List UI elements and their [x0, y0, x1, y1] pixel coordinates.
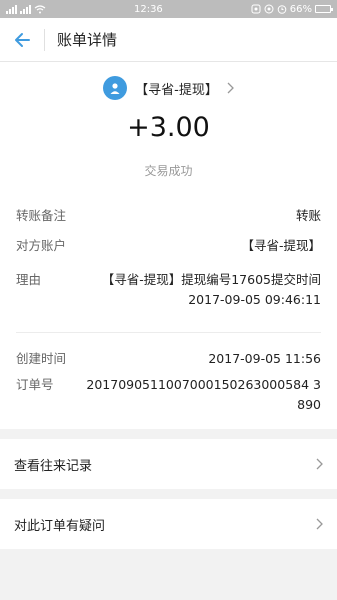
clock: 12:36: [133, 3, 163, 15]
order-row: 订单号 2017090511007000150263000584 3890: [16, 375, 321, 429]
history-label: 查看往来记录: [14, 458, 93, 474]
chevron-right-icon: [227, 82, 234, 94]
reason-line-1: 【寻省-提现】提现编号17605提交时间: [101, 272, 321, 287]
bill-card: 【寻省-提现】 +3.00 交易成功 转账备注 转账 对方账户 【寻省-提现】 …: [0, 62, 337, 429]
created-label: 创建时间: [16, 351, 67, 366]
nav-divider: [44, 28, 45, 51]
created-value: 2017-09-05 11:56: [208, 351, 321, 366]
note-label: 转账备注: [16, 208, 67, 223]
user-icon: [110, 83, 120, 94]
amount: +3.00: [127, 112, 210, 143]
chevron-right-icon: [316, 458, 323, 470]
divider: [16, 332, 321, 333]
created-row: 创建时间 2017-09-05 11:56: [16, 345, 321, 375]
counterpart-link[interactable]: 【寻省-提现】: [0, 76, 337, 100]
battery-percent: 66%: [289, 3, 312, 15]
signal-2-icon: [20, 4, 31, 14]
avatar: [103, 76, 128, 100]
battery-icon: [315, 5, 333, 13]
app-notification-icon: [251, 4, 261, 14]
back-arrow-icon: [15, 32, 30, 47]
transaction-status: 交易成功: [144, 164, 193, 178]
order-number: 2017090511007000150263000584 3890: [86, 377, 321, 412]
account-label: 对方账户: [16, 238, 67, 253]
bill-header: 【寻省-提现】 +3.00 交易成功: [0, 62, 337, 202]
reason-value: 【寻省-提现】提现编号17605提交时间 2017-09-05 09:46:11: [102, 270, 321, 326]
back-button[interactable]: [0, 18, 44, 62]
page-title: 账单详情: [57, 31, 118, 49]
note-row: 转账备注 转账: [16, 202, 321, 236]
counterpart-name: 【寻省-提现】: [135, 82, 218, 98]
details: 转账备注 转账 对方账户 【寻省-提现】 理由 【寻省-提现】提现编号17605…: [0, 202, 337, 429]
history-link[interactable]: 查看往来记录: [0, 439, 337, 489]
reason-row: 理由 【寻省-提现】提现编号17605提交时间 2017-09-05 09:46…: [16, 270, 321, 326]
account-value: 【寻省-提现】: [241, 238, 321, 253]
chevron-right-icon: [316, 518, 323, 530]
question-label: 对此订单有疑问: [14, 518, 106, 534]
location-icon: [264, 4, 274, 14]
order-label: 订单号: [16, 377, 54, 392]
status-right: 66%: [251, 3, 333, 15]
status-bar: 12:36 66%: [0, 0, 337, 18]
signal-icon: [6, 4, 17, 14]
note-value: 转账: [295, 208, 321, 223]
status-left: [6, 4, 46, 14]
reason-line-2: 2017-09-05 09:46:11: [188, 292, 321, 307]
alarm-icon: [277, 5, 287, 14]
nav-bar: 账单详情: [0, 18, 337, 62]
wifi-icon: [34, 4, 46, 13]
reason-label: 理由: [16, 272, 42, 287]
account-row: 对方账户 【寻省-提现】: [16, 236, 321, 270]
question-link[interactable]: 对此订单有疑问: [0, 499, 337, 549]
